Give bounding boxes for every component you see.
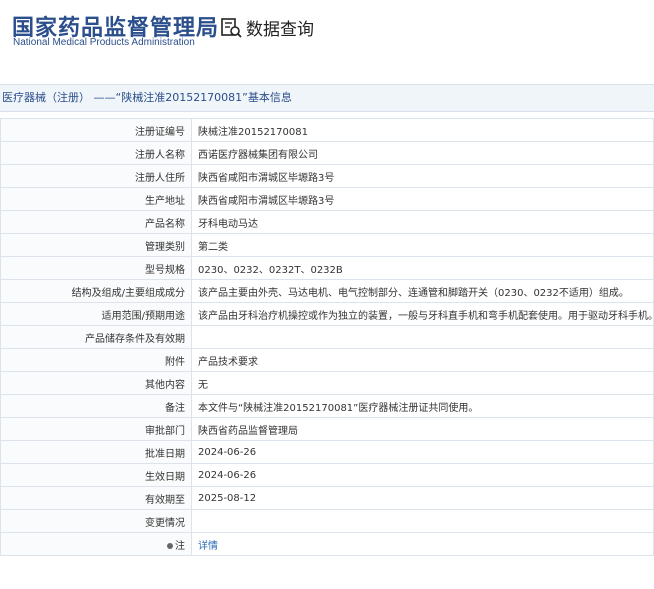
table-row: 注册人住所 陕西省咸阳市渭城区毕塬路3号 [0, 164, 654, 188]
data-query-icon [221, 17, 242, 38]
record-title: 医疗器械（注册） ——“陕械注准20152170081”基本信息 [2, 91, 292, 104]
device-info-table: 注册证编号 陕械注准20152170081 注册人名称 西诺医疗器械集团有限公司 注… [0, 118, 654, 556]
row-value: 陕西省咸阳市渭城区毕塬路3号 [191, 187, 654, 211]
table-row: 备注 本文件与“陕械注准20152170081”医疗器械注册证共同使用。 [0, 394, 654, 418]
note-value-cell: 详情 [191, 532, 654, 556]
table-row-note: 注 详情 [0, 532, 654, 556]
row-label: 生效日期 [0, 463, 192, 487]
row-label: 注册人名称 [0, 141, 192, 165]
table-row: 有效期至 2025-08-12 [0, 486, 654, 510]
row-label: 备注 [0, 394, 192, 418]
table-row: 注册证编号 陕械注准20152170081 [0, 118, 654, 142]
record-title-bar: 医疗器械（注册） ——“陕械注准20152170081”基本信息 [0, 84, 654, 112]
table-row: 型号规格 0230、0232、0232T、0232B [0, 256, 654, 280]
table-row: 结构及组成/主要组成成分 该产品主要由外壳、马达电机、电气控制部分、连通管和脚踏开… [0, 279, 654, 303]
row-value: 无 [191, 371, 654, 395]
row-label: 其他内容 [0, 371, 192, 395]
row-value: 西诺医疗器械集团有限公司 [191, 141, 654, 165]
pin-icon [167, 542, 173, 549]
row-label: 变更情况 [0, 509, 192, 533]
table-row: 适用范围/预期用途 该产品由牙科治疗机操控或作为独立的装置，一般与牙科直手机和弯手… [0, 302, 654, 326]
site-logo-subtitle[interactable]: National Medical Products Administration [13, 37, 195, 48]
row-value: 陕械注准20152170081 [191, 118, 654, 142]
row-label: 注册人住所 [0, 164, 192, 188]
row-value: 本文件与“陕械注准20152170081”医疗器械注册证共同使用。 [191, 394, 654, 418]
row-label: 适用范围/预期用途 [0, 302, 192, 326]
site-header: 国家药品监督管理局 National Medical Products Admi… [0, 0, 654, 82]
row-label: 生产地址 [0, 187, 192, 211]
row-label: 批准日期 [0, 440, 192, 464]
table-row: 变更情况 [0, 509, 654, 533]
row-value: 0230、0232、0232T、0232B [191, 256, 654, 280]
row-value: 第二类 [191, 233, 654, 257]
row-value: 产品技术要求 [191, 348, 654, 372]
note-label-cell: 注 [0, 532, 192, 556]
table-row: 批准日期 2024-06-26 [0, 440, 654, 464]
row-value: 陕西省药品监督管理局 [191, 417, 654, 441]
row-label: 型号规格 [0, 256, 192, 280]
table-row: 生效日期 2024-06-26 [0, 463, 654, 487]
detail-link[interactable]: 详情 [198, 541, 218, 552]
row-label: 审批部门 [0, 417, 192, 441]
data-query-link[interactable]: 数据查询 [220, 15, 314, 40]
data-query-label: 数据查询 [246, 20, 314, 40]
row-label: 注册证编号 [0, 118, 192, 142]
row-value: 陕西省咸阳市渭城区毕塬路3号 [191, 164, 654, 188]
table-row: 产品储存条件及有效期 [0, 325, 654, 349]
table-row: 管理类别 第二类 [0, 233, 654, 257]
table-row: 生产地址 陕西省咸阳市渭城区毕塬路3号 [0, 187, 654, 211]
row-value [191, 325, 654, 349]
table-row: 审批部门 陕西省药品监督管理局 [0, 417, 654, 441]
row-value: 2024-06-26 [191, 463, 654, 487]
row-label: 管理类别 [0, 233, 192, 257]
table-row: 产品名称 牙科电动马达 [0, 210, 654, 234]
row-value: 2024-06-26 [191, 440, 654, 464]
row-value [191, 509, 654, 533]
table-row: 其他内容无 [0, 371, 654, 395]
row-label: 产品名称 [0, 210, 192, 234]
row-label: 有效期至 [0, 486, 192, 510]
row-value: 该产品主要由外壳、马达电机、电气控制部分、连通管和脚踏开关（0230、0232不… [191, 279, 654, 303]
row-value: 牙科电动马达 [191, 210, 654, 234]
row-label: 附件 [0, 348, 192, 372]
row-label: 结构及组成/主要组成成分 [0, 279, 192, 303]
table-row: 注册人名称 西诺医疗器械集团有限公司 [0, 141, 654, 165]
table-row: 附件 产品技术要求 [0, 348, 654, 372]
row-label: 产品储存条件及有效期 [0, 325, 192, 349]
row-value: 2025-08-12 [191, 486, 654, 510]
row-value: 该产品由牙科治疗机操控或作为独立的装置，一般与牙科直手机和弯手机配套使用。用于驱… [191, 302, 654, 326]
note-label: 注 [175, 540, 185, 552]
